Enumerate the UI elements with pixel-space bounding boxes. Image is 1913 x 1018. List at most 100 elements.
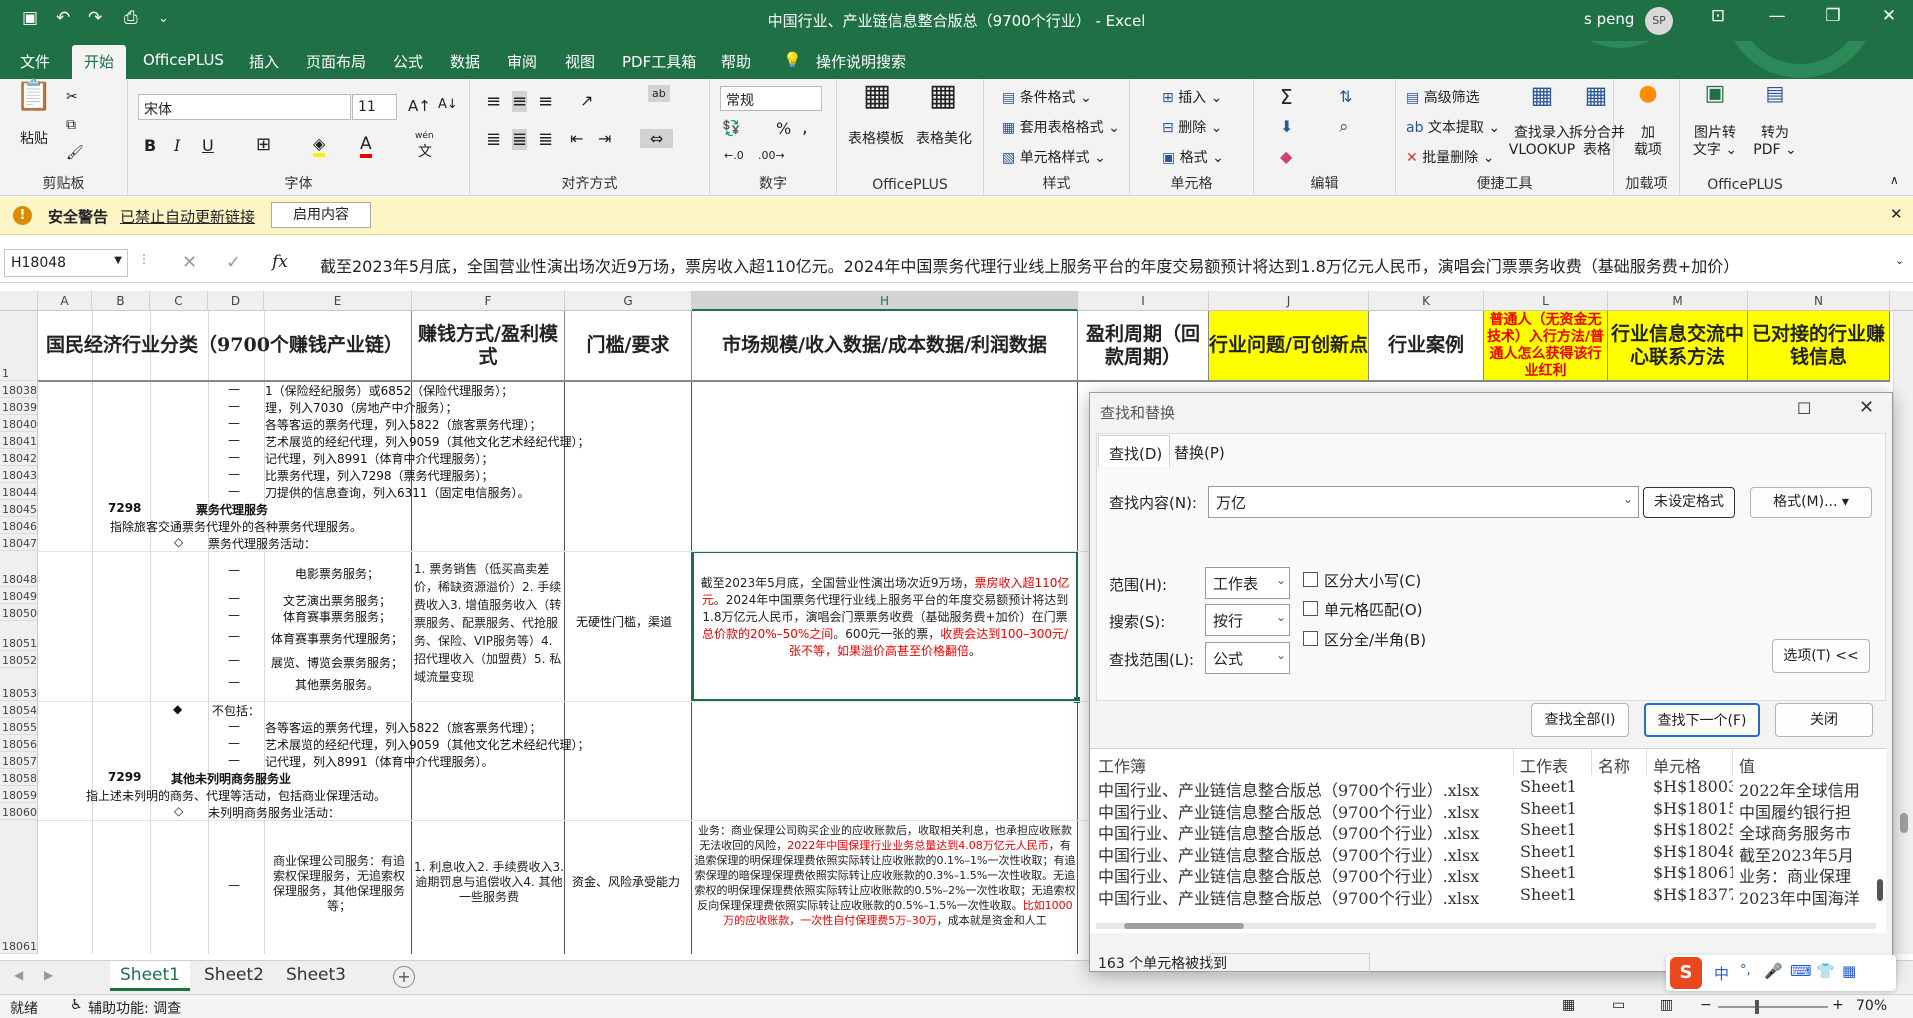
cell-text[interactable]: 记代理，列入8991（体育中介代理服务）。 — [265, 753, 565, 770]
sort-filter-icon[interactable]: ⇅ — [1339, 87, 1352, 106]
cell-text[interactable]: 不包括： — [212, 702, 260, 719]
cell-profit-model[interactable]: 1. 利息收入2. 手续费收入3. 逾期罚息与追偿收入4. 其他一些服务费 — [414, 860, 564, 920]
table-template-icon[interactable]: ▦ — [847, 81, 907, 111]
cell-threshold[interactable]: 资金、风险承受能力 — [572, 873, 680, 890]
font-color-icon[interactable]: A — [360, 134, 372, 158]
tell-me-search[interactable]: 操作说明搜索 — [816, 51, 906, 72]
cut-icon[interactable]: ✂ — [66, 89, 78, 105]
lookup-icon[interactable]: ▦ — [1512, 83, 1572, 107]
comma-button[interactable]: , — [802, 117, 808, 138]
select-all-corner[interactable] — [0, 291, 38, 311]
batch-delete-button[interactable]: ✕ 批量删除 ⌄ — [1406, 147, 1494, 167]
result-row[interactable]: 中国行业、产业链信息整合版总（9700个行业）.xlsx Sheet1 $H$180… — [1090, 777, 1876, 800]
row-header[interactable]: 18053 — [0, 668, 38, 701]
close-dialog-icon[interactable]: ✕ — [1859, 397, 1874, 418]
security-message-link[interactable]: 已禁止自动更新链接 — [120, 206, 255, 227]
row-header[interactable]: 1 — [0, 311, 38, 381]
ime-skin-icon[interactable]: 👕 — [1816, 962, 1835, 980]
find-what-input[interactable]: 万亿 ⌄ — [1208, 486, 1639, 518]
col-header[interactable]: E — [264, 291, 412, 311]
zoom-slider-thumb[interactable] — [1755, 1000, 1759, 1014]
cell-text[interactable]: 比票务代理，列入7298（票务代理服务）； — [265, 467, 565, 484]
align-top-icon[interactable]: ≡ — [486, 91, 501, 112]
look-in-select[interactable]: 公式 ⌄ — [1205, 642, 1290, 674]
hscroll-thumb[interactable] — [1124, 923, 1244, 929]
delete-cells-button[interactable]: ⊟ 删除 ⌄ — [1162, 117, 1222, 137]
cell-dash[interactable]: — — [228, 719, 240, 733]
menu-insert[interactable]: 插入 — [249, 51, 279, 72]
table-beautify-button[interactable]: 表格美化 — [909, 131, 979, 148]
image-to-text-icon[interactable]: ▣ — [1690, 83, 1740, 105]
maximize-dialog-icon[interactable]: ☐ — [1797, 399, 1811, 418]
row-header[interactable]: 18054 — [0, 701, 38, 718]
ime-mic-icon[interactable]: 🎤 — [1764, 962, 1783, 980]
cell-diamond[interactable]: ◇ — [174, 535, 183, 549]
ime-punctuation-icon[interactable]: °, — [1740, 963, 1751, 978]
row-header[interactable]: 18056 — [0, 735, 38, 752]
to-pdf-button[interactable]: 转为 PDF ⌄ — [1744, 125, 1806, 159]
cell-text[interactable]: 艺术展览的经纪代理，列入9059（其他文化艺术经纪代理）； — [265, 736, 585, 753]
table-template-button[interactable]: 表格模板 — [841, 131, 911, 148]
col-header[interactable]: L — [1484, 291, 1608, 311]
cell-dash[interactable]: — — [228, 653, 240, 667]
cell-dash[interactable]: — — [228, 608, 240, 622]
zoom-out-icon[interactable]: − — [1700, 997, 1712, 1013]
ime-tools-icon[interactable]: ▦ — [1842, 962, 1856, 980]
match-entire-cell-checkbox[interactable] — [1303, 601, 1318, 616]
row-header[interactable]: 18048 — [0, 551, 38, 587]
decrease-decimal-icon[interactable]: .00→ — [758, 149, 785, 162]
header-profit-model[interactable]: 赚钱方式/盈利模式 — [412, 311, 565, 381]
ribbon-display-icon[interactable]: ⊡ — [1703, 6, 1733, 26]
cell-item[interactable]: 其他票务服务。 — [295, 676, 379, 693]
expand-formula-icon[interactable]: ⌄ — [1895, 254, 1904, 267]
result-row[interactable]: 中国行业、产业链信息整合版总（9700个行业）.xlsx Sheet1 $H$180… — [1090, 799, 1876, 822]
avatar[interactable]: SP — [1645, 7, 1673, 35]
search-select[interactable]: 按行 ⌄ — [1205, 604, 1290, 636]
cell-dash[interactable]: — — [228, 382, 240, 396]
load-addins-button[interactable]: 加载项 — [1618, 125, 1678, 159]
col-header[interactable]: A — [38, 291, 92, 311]
underline-button[interactable]: U — [202, 136, 214, 155]
selected-cell-market-data[interactable]: 截至2023年5月底，全国营业性演出场次近9万场，票房收入超110亿元。2024… — [692, 551, 1078, 701]
accessibility-status[interactable]: 辅助功能: 调查 — [88, 998, 181, 1018]
cell-code[interactable]: 7299 — [108, 770, 141, 784]
header-market-data[interactable]: 市场规模/收入数据/成本数据/利润数据 — [692, 311, 1078, 381]
col-header[interactable]: D — [208, 291, 264, 311]
fill-handle[interactable] — [1074, 697, 1080, 703]
font-size-select[interactable]: 11 — [352, 94, 397, 120]
enable-content-button[interactable]: 启用内容 — [271, 202, 371, 228]
row-header[interactable]: 18047 — [0, 534, 38, 551]
number-format-select[interactable]: 常规 — [720, 86, 822, 111]
align-right-icon[interactable]: ≣ — [538, 129, 553, 150]
copy-icon[interactable]: ⧉ — [66, 117, 76, 133]
paste-button[interactable]: 粘贴 — [12, 131, 56, 148]
bold-button[interactable]: B — [144, 136, 156, 155]
cell-dash[interactable]: — — [228, 399, 240, 413]
cell-dash[interactable]: — — [228, 736, 240, 750]
scrollbar-thumb[interactable] — [1900, 813, 1908, 833]
customize-qat-icon[interactable]: ⌄ — [158, 11, 169, 26]
currency-icon[interactable]: 💱 — [722, 119, 741, 137]
confirm-icon[interactable]: ✓ — [226, 252, 241, 273]
result-header-sheet[interactable]: 工作表 — [1520, 753, 1568, 777]
wrap-text-button[interactable]: ab — [648, 85, 670, 102]
percent-button[interactable]: % — [776, 119, 791, 138]
format-as-table-button[interactable]: ▦ 套用表格格式 ⌄ — [1002, 117, 1120, 137]
cell-item[interactable]: 电影票务服务； — [295, 565, 379, 582]
cell-dash[interactable]: — — [228, 484, 240, 498]
text-extract-button[interactable]: ab 文本提取 ⌄ — [1406, 117, 1500, 137]
cell-text[interactable]: 各等客运的票务代理，列入5822（旅客票务代理）； — [265, 416, 565, 433]
phonetic-button[interactable]: 文 — [418, 141, 432, 161]
cell-dash[interactable]: — — [228, 675, 240, 689]
result-row[interactable]: 中国行业、产业链信息整合版总（9700个行业）.xlsx Sheet1 $H$180… — [1090, 820, 1876, 843]
header-industry[interactable]: 国民经济行业分类（9700个赚钱产业链） — [38, 311, 412, 381]
cell-description[interactable]: 指除旅客交通票务代理外的各种票务代理服务。 — [110, 518, 362, 535]
format-painter-icon[interactable]: 🖌 — [66, 145, 84, 161]
insert-function-icon[interactable]: fx — [272, 252, 288, 272]
cell-dash[interactable]: — — [228, 450, 240, 464]
cell-dash[interactable]: — — [228, 467, 240, 481]
grow-font-icon[interactable]: A↑ — [408, 97, 431, 115]
close-button[interactable]: 关闭 — [1775, 703, 1873, 737]
find-next-button[interactable]: 查找下一个(F) — [1644, 703, 1760, 737]
zoom-slider[interactable] — [1718, 1006, 1828, 1008]
